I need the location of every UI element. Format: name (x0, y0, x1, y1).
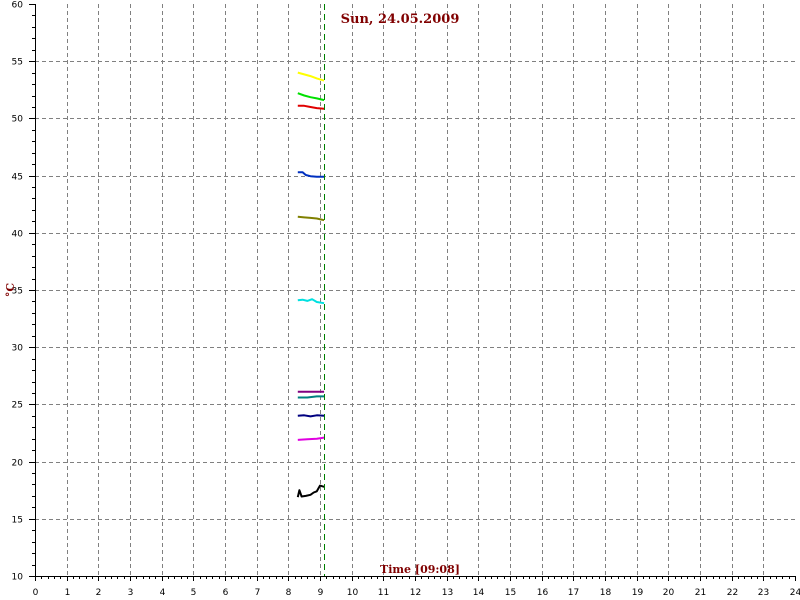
y-tick-label: 30 (12, 344, 24, 354)
temperature-chart: 0 1 2 3 4 5 6 7 8 9 10 11 12 13 14 15 16 17 18 19 20 21 22 23 24… (0, 0, 800, 600)
x-tick-label: 2 (96, 588, 102, 598)
x-tick-label: 0 (33, 588, 39, 598)
x-tick-label: 10 (347, 588, 359, 598)
x-tick-label: 3 (128, 588, 134, 598)
x-tick-label: 21 (695, 588, 706, 598)
x-tick-label: 18 (600, 588, 612, 598)
y-tick-label: 15 (12, 516, 23, 526)
x-tick-label: 8 (286, 588, 292, 598)
x-tick-label: 23 (758, 588, 769, 598)
y-tick-label: 20 (12, 459, 24, 469)
x-tick-label: 5 (191, 588, 197, 598)
y-tick-label: 45 (12, 173, 23, 183)
x-tick-label: 4 (160, 588, 166, 598)
y-axis-title: °C (4, 283, 17, 298)
x-tick-label: 12 (410, 588, 421, 598)
x-tick-label: 1 (65, 588, 71, 598)
series-line-9 (297, 414, 325, 418)
y-tick-label: 60 (12, 1, 24, 11)
x-tick-label: 16 (537, 588, 549, 598)
x-tick-label: 11 (378, 588, 389, 598)
y-tick-label: 10 (12, 573, 24, 583)
chart-background (0, 0, 800, 600)
y-tick-label: 50 (12, 115, 24, 125)
x-tick-label: 6 (223, 588, 229, 598)
x-tick-label: 24 (790, 588, 800, 598)
y-tick-label: 40 (12, 230, 24, 240)
chart-title: Sun, 24.05.2009 (341, 12, 460, 27)
x-tick-label: 14 (473, 588, 485, 598)
x-tick-label: 13 (442, 588, 453, 598)
y-tick-label: 25 (12, 401, 23, 411)
y-tick-label: 55 (12, 58, 23, 68)
x-tick-label: 22 (727, 588, 738, 598)
x-tick-label: 15 (505, 588, 516, 598)
x-tick-label: 20 (663, 588, 675, 598)
x-tick-label: 9 (318, 588, 324, 598)
x-tick-label: 7 (255, 588, 261, 598)
x-axis-title: Time [09:08] (380, 563, 460, 576)
x-tick-label: 19 (632, 588, 644, 598)
x-tick-label: 17 (568, 588, 579, 598)
series-line-8 (297, 395, 325, 399)
